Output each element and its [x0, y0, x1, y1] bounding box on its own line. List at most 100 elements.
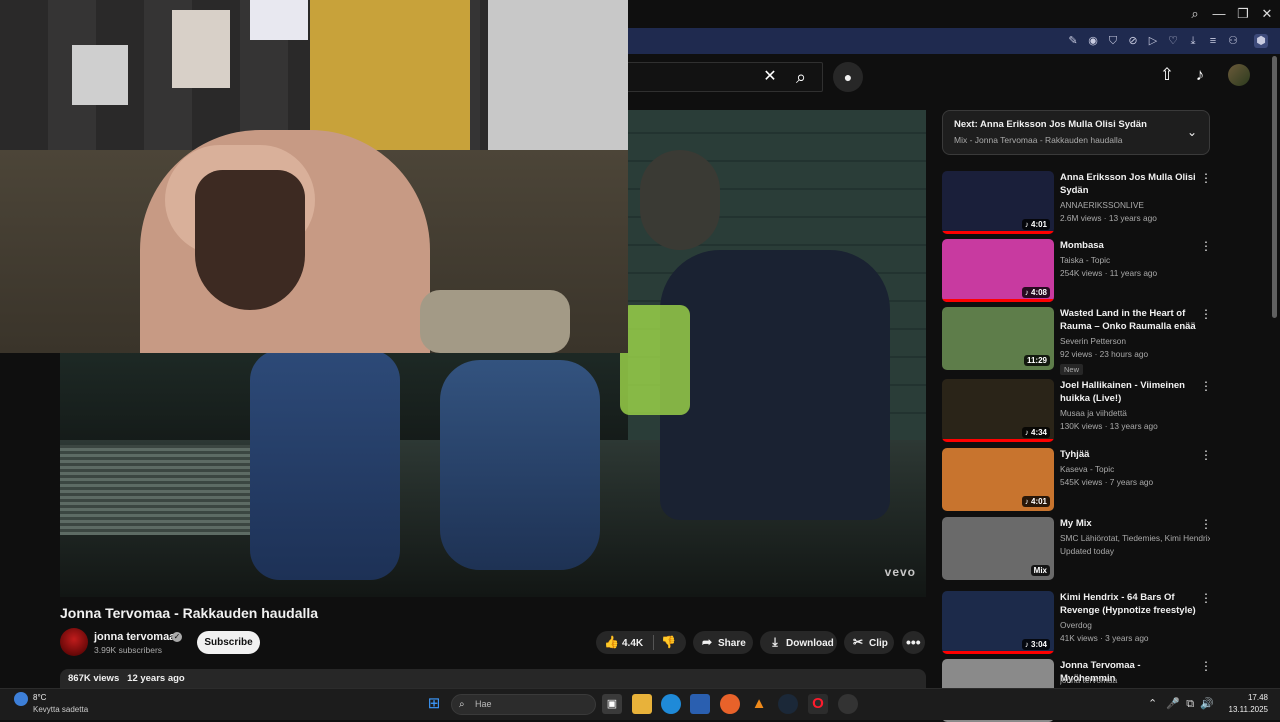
like-count: 4.4K: [622, 638, 644, 649]
recommendation-item[interactable]: Mix My Mix SMC Lähiörotat, Tiedemies, Kimi…: [942, 517, 1212, 580]
subscribe-button[interactable]: Subscribe: [197, 631, 260, 654]
download-label: Download: [786, 638, 834, 649]
system-tray[interactable]: ⌃ 🎤 ⧉ 🔊: [1148, 697, 1214, 711]
recommendation-title[interactable]: Kimi Hendrix - 64 Bars Of Revenge (Hypno…: [1060, 591, 1198, 617]
video-thumbnail[interactable]: ♪ 4:01: [942, 171, 1054, 234]
recommendation-channel[interactable]: Kaseva - Topic: [1060, 464, 1210, 474]
video-thumbnail[interactable]: ♪ 4:01: [942, 448, 1054, 511]
recommendation-meta: 545K views · 7 years ago: [1060, 477, 1154, 487]
channel-name[interactable]: jonna tervomaa: [94, 631, 175, 643]
download-icon[interactable]: ⤓: [1186, 34, 1200, 48]
video-thumbnail[interactable]: ♪ 4:08: [942, 239, 1054, 302]
recommendation-title[interactable]: My Mix: [1060, 517, 1198, 530]
more-options-icon[interactable]: ⋮: [1200, 517, 1212, 531]
more-options-icon[interactable]: ⋮: [1200, 379, 1212, 393]
edit-icon[interactable]: ✎: [1066, 34, 1080, 48]
weather-icon[interactable]: [14, 692, 28, 706]
like-divider: [653, 635, 654, 650]
more-actions-button[interactable]: •••: [902, 631, 925, 654]
restore-icon[interactable]: ❐: [1232, 4, 1254, 24]
recommendation-channel[interactable]: Taiska - Topic: [1060, 255, 1210, 265]
play-icon[interactable]: ▷: [1146, 34, 1160, 48]
more-options-icon[interactable]: ⋮: [1200, 659, 1212, 673]
view-count: 867K views: [68, 673, 120, 684]
vpn-icon[interactable]: ⊘: [1126, 34, 1140, 48]
task-view-icon[interactable]: ▣: [602, 694, 622, 714]
recommendation-title[interactable]: Wasted Land in the Heart of Rauma – Onko…: [1060, 307, 1198, 334]
clip-button[interactable]: ✂ Clip: [844, 631, 894, 654]
download-arrow-icon: ⤓: [772, 635, 778, 649]
video-thumbnail[interactable]: Mix: [942, 517, 1054, 580]
recommendation-meta: 41K views · 3 years ago: [1060, 633, 1149, 643]
more-options-icon[interactable]: ⋮: [1200, 307, 1212, 321]
heart-icon[interactable]: ♡: [1166, 34, 1180, 48]
search-input[interactable]: ✕ ⌕: [628, 62, 823, 92]
microphone-icon[interactable]: ●: [833, 62, 863, 92]
up-next-panel[interactable]: Next: Anna Eriksson Jos Mulla Olisi Sydä…: [942, 110, 1210, 155]
search-icon[interactable]: ⌕: [786, 63, 816, 91]
clear-search-icon[interactable]: ✕: [758, 63, 782, 91]
video-thumbnail[interactable]: ♪ 4:34: [942, 379, 1054, 442]
webcam-overlay: [0, 0, 628, 353]
share-button[interactable]: ➦ Share: [693, 631, 753, 654]
search-icon: ⌕: [459, 699, 465, 710]
store-icon[interactable]: [690, 694, 710, 714]
recommendation-item[interactable]: 11:29 Wasted Land in the Heart of Rauma –…: [942, 307, 1212, 375]
steam-icon[interactable]: [778, 694, 798, 714]
dislike-button[interactable]: 👎: [661, 631, 676, 654]
webcam-cloth: [420, 290, 570, 353]
like-button[interactable]: 👍 4.4K: [604, 635, 644, 649]
recommendation-title[interactable]: Tyhjää: [1060, 448, 1198, 461]
recommendation-meta: 254K views · 11 years ago: [1060, 268, 1158, 278]
share-arrow-icon: ➦: [701, 635, 713, 649]
more-options-icon[interactable]: ⋮: [1200, 239, 1212, 253]
browser-title-bar: ⌕ — ❐ ✕: [628, 0, 1280, 28]
windows-start-icon[interactable]: ⊞: [424, 694, 444, 714]
recommendation-channel[interactable]: SMC Lähiörotat, Tiedemies, Kimi Hendrix.…: [1060, 533, 1210, 543]
recommendation-item[interactable]: ♪ 4:01 Anna Eriksson Jos Mulla Olisi Sydä…: [942, 171, 1212, 234]
profile-icon[interactable]: ⚇: [1226, 34, 1240, 48]
recommendation-channel[interactable]: Severin Petterson: [1060, 336, 1210, 346]
video-thumbnail[interactable]: 11:29: [942, 307, 1054, 370]
more-options-icon[interactable]: ⋮: [1200, 448, 1212, 462]
channel-avatar[interactable]: [60, 628, 88, 656]
recommendation-title[interactable]: Mombasa: [1060, 239, 1198, 252]
webcam-beard: [195, 170, 305, 310]
opera-icon[interactable]: O: [808, 694, 828, 714]
video-thumbnail[interactable]: ♪ 3:04: [942, 591, 1054, 654]
watch-progress-bar: [942, 651, 1054, 654]
firefox-icon[interactable]: [720, 694, 740, 714]
recommendation-item[interactable]: ♪ 4:01 Tyhjää Kaseva - Topic 545K views · 7…: [942, 448, 1212, 511]
notifications-bell-icon[interactable]: ♪: [1187, 62, 1213, 88]
recommendation-item[interactable]: ♪ 4:08 Mombasa Taiska - Topic 254K views · …: [942, 239, 1212, 302]
more-options-icon[interactable]: ⋮: [1200, 171, 1212, 185]
vlc-icon[interactable]: ▲: [749, 694, 769, 714]
recommendation-title[interactable]: Joel Hallikainen - Viimeinen huikka (Liv…: [1060, 379, 1198, 405]
extension-icon[interactable]: ⬢: [1254, 34, 1268, 48]
edge-browser-icon[interactable]: [661, 694, 681, 714]
shield-icon[interactable]: ⛉: [1106, 34, 1120, 48]
taskbar-search-input[interactable]: ⌕ Hae: [451, 694, 596, 715]
recommendation-channel[interactable]: ANNAERIKSSONLIVE: [1060, 200, 1210, 210]
account-avatar[interactable]: [1228, 64, 1250, 86]
chevron-down-icon[interactable]: ⌄: [1187, 125, 1197, 139]
recommendation-item[interactable]: ♪ 3:04 Kimi Hendrix - 64 Bars Of Revenge …: [942, 591, 1212, 654]
app-icon[interactable]: [838, 694, 858, 714]
recommendation-channel[interactable]: Overdog: [1060, 620, 1210, 630]
scrollbar[interactable]: [1272, 56, 1277, 318]
browser-search-icon[interactable]: ⌕: [1184, 4, 1206, 24]
scissors-icon: ✂: [852, 635, 864, 649]
description-box[interactable]: 867K views 12 years ago: [60, 669, 926, 689]
more-options-icon[interactable]: ⋮: [1200, 591, 1212, 605]
recommendation-channel[interactable]: jonna tervomaa: [1060, 675, 1210, 685]
upload-icon[interactable]: ⇧: [1154, 62, 1180, 88]
close-icon[interactable]: ✕: [1256, 4, 1278, 24]
recommendation-channel[interactable]: Musaa ja viihdettä: [1060, 408, 1210, 418]
recommendation-title[interactable]: Anna Eriksson Jos Mulla Olisi Sydän: [1060, 171, 1198, 197]
recommendation-item[interactable]: ♪ 4:34 Joel Hallikainen - Viimeinen huikk…: [942, 379, 1212, 442]
file-explorer-icon[interactable]: [632, 694, 652, 714]
camera-icon[interactable]: ◉: [1086, 34, 1100, 48]
download-button[interactable]: ⤓ Download: [760, 631, 837, 654]
minimize-icon[interactable]: —: [1208, 4, 1230, 24]
menu-icon[interactable]: ≡: [1206, 34, 1220, 48]
